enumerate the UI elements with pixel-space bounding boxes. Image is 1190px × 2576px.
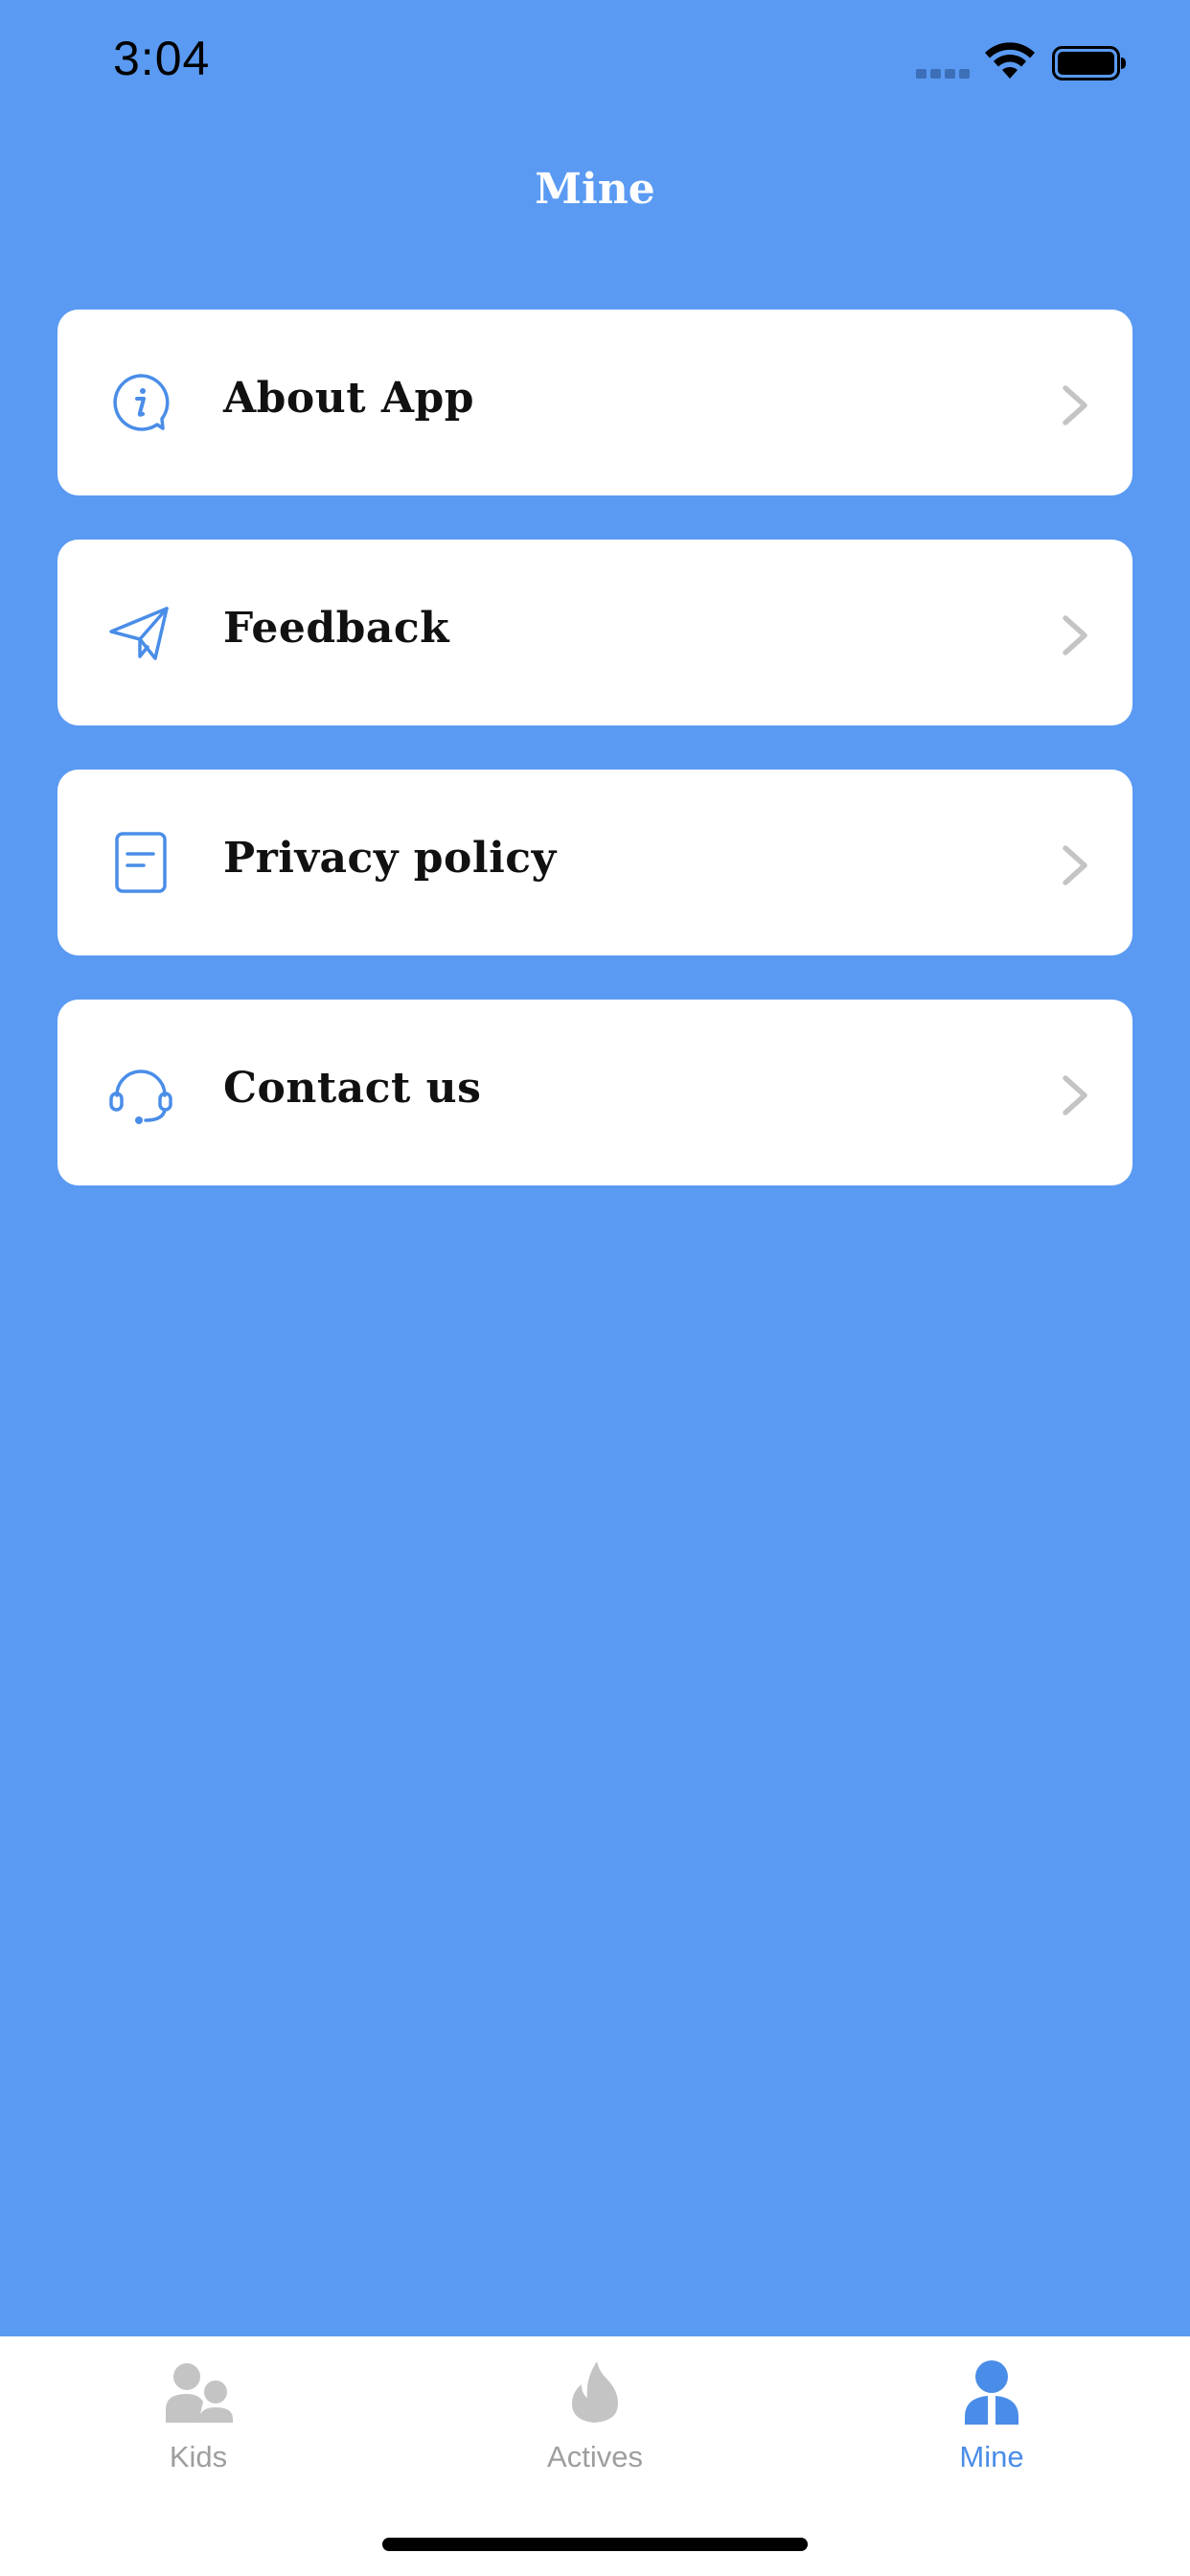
battery-icon	[1052, 46, 1126, 80]
tab-actives[interactable]: Actives	[397, 2336, 793, 2509]
menu-item-label: Privacy policy	[223, 834, 557, 883]
tab-label: Actives	[547, 2440, 643, 2473]
people-icon	[160, 2358, 237, 2434]
menu-item-label: Feedback	[223, 604, 450, 653]
tab-label: Kids	[169, 2440, 228, 2473]
menu-item-label: About App	[223, 374, 475, 423]
tab-mine[interactable]: Mine	[793, 2336, 1190, 2509]
status-time: 3:04	[113, 32, 211, 85]
cellular-signal-icon	[916, 69, 972, 80]
menu-list: About App Feedback Privacy policy Contac…	[57, 310, 1133, 1230]
tab-label: Mine	[959, 2440, 1024, 2473]
paper-plane-icon	[107, 599, 174, 666]
person-icon	[953, 2358, 1030, 2434]
status-bar: 3:04	[0, 0, 1190, 134]
wifi-icon	[985, 42, 1035, 79]
flame-icon	[557, 2358, 633, 2434]
about-app-row[interactable]: About App	[57, 310, 1133, 495]
contact-us-row[interactable]: Contact us	[57, 1000, 1133, 1185]
chevron-right-icon	[1063, 845, 1087, 886]
home-indicator	[382, 2538, 808, 2551]
info-bubble-icon	[107, 369, 174, 436]
page-title: Mine	[535, 165, 655, 214]
headset-icon	[107, 1059, 174, 1126]
chevron-right-icon	[1063, 1075, 1087, 1116]
chevron-right-icon	[1063, 385, 1087, 426]
chevron-right-icon	[1063, 615, 1087, 656]
privacy-policy-row[interactable]: Privacy policy	[57, 770, 1133, 955]
document-icon	[107, 829, 174, 896]
tab-kids[interactable]: Kids	[0, 2336, 397, 2509]
menu-item-label: Contact us	[223, 1064, 482, 1113]
feedback-row[interactable]: Feedback	[57, 540, 1133, 725]
